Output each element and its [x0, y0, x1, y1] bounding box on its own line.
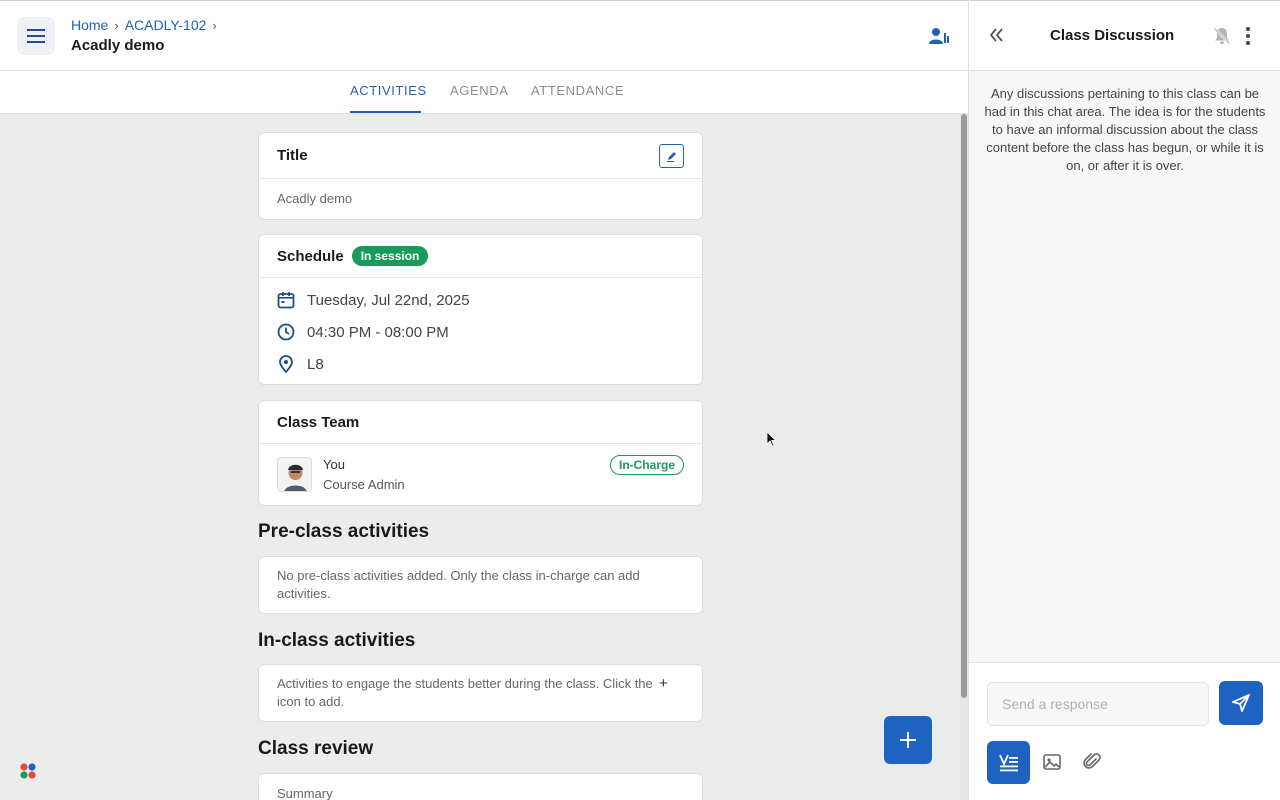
avatar [277, 457, 312, 492]
hamburger-icon [27, 29, 45, 43]
breadcrumb: Home › ACADLY-102 › [71, 17, 217, 33]
add-activity-button[interactable] [884, 716, 932, 764]
breadcrumb-course[interactable]: ACADLY-102 [125, 17, 207, 33]
schedule-heading-label: Schedule [277, 247, 344, 265]
edit-title-button[interactable] [659, 144, 684, 168]
schedule-location-row: L8 [259, 348, 702, 380]
more-vertical-icon[interactable] [1245, 26, 1251, 46]
pre-class-text: No pre-class activities added. Only the … [277, 568, 640, 601]
class-team-heading: Class Team [259, 401, 702, 444]
schedule-date-row: Tuesday, Jul 22nd, 2025 [259, 284, 702, 316]
team-member-name: You [323, 457, 345, 472]
double-chevron-left-icon[interactable] [989, 26, 1005, 44]
discussion-description: Any discussions pertaining to this class… [984, 86, 1266, 173]
class-review-heading: Class review [258, 738, 374, 759]
pre-class-card: No pre-class activities added. Only the … [258, 556, 703, 614]
pencil-icon [667, 151, 676, 162]
title-card-heading: Title [259, 133, 702, 179]
discussion-panel: Class Discussion Any discussions pertain… [968, 0, 1280, 800]
tab-bar: ACTIVITIES AGENDA ATTENDANCE [0, 71, 968, 114]
menu-button[interactable] [17, 17, 55, 55]
title-value: Acadly demo [277, 191, 353, 206]
schedule-date: Tuesday, Jul 22nd, 2025 [307, 291, 470, 309]
clock-icon [277, 323, 295, 341]
in-class-heading: In-class activities [258, 630, 416, 651]
schedule-card: Schedule In session Tuesday, Jul 22nd, 2… [258, 234, 703, 385]
page-title: Acadly demo [71, 37, 165, 54]
tab-agenda[interactable]: AGENDA [450, 83, 509, 98]
summary-label: Summary [277, 786, 333, 800]
scrollbar-thumb[interactable] [961, 114, 967, 698]
location-pin-icon [279, 355, 293, 373]
acadly-logo-icon [20, 763, 36, 779]
reply-input[interactable] [987, 682, 1209, 726]
plus-icon: + [659, 675, 668, 692]
bell-off-icon[interactable] [1212, 26, 1232, 46]
schedule-time-row: 04:30 PM - 08:00 PM [259, 316, 702, 348]
main-area: Home › ACADLY-102 › Acadly demo ACTIVITI… [0, 0, 968, 800]
active-tab-indicator [350, 111, 421, 113]
send-icon [1232, 694, 1250, 712]
breadcrumb-home[interactable]: Home [71, 17, 108, 33]
team-member-role: Course Admin [323, 477, 405, 492]
title-heading-label: Title [277, 147, 308, 164]
in-class-card: Activities to engage the students better… [258, 664, 703, 722]
calendar-icon [277, 292, 295, 309]
class-team-card: Class Team You Course Admin In-Charge [258, 400, 703, 506]
schedule-location: L8 [307, 355, 324, 373]
in-class-text-after: icon to add. [277, 694, 345, 709]
mouse-cursor-icon [767, 432, 777, 447]
discussion-header: Class Discussion [969, 0, 1280, 71]
message-composer [969, 662, 1280, 800]
class-participants-icon[interactable] [928, 25, 950, 47]
schedule-heading: Schedule In session [259, 235, 702, 278]
image-icon[interactable] [1042, 752, 1062, 772]
in-charge-badge: In-Charge [609, 455, 684, 475]
in-class-text-before: Activities to engage the students better… [277, 676, 653, 691]
class-review-card: Summary [258, 773, 703, 800]
text-format-button[interactable] [987, 741, 1030, 784]
send-button[interactable] [1219, 681, 1263, 725]
status-badge: In session [351, 246, 429, 266]
class-team-heading-label: Class Team [277, 413, 360, 431]
schedule-time: 04:30 PM - 08:00 PM [307, 323, 449, 341]
text-format-icon [998, 754, 1018, 771]
paperclip-icon[interactable] [1082, 752, 1102, 772]
chevron-right-icon: › [212, 17, 217, 33]
chevron-right-icon: › [114, 17, 119, 33]
title-card: Title Acadly demo [258, 132, 703, 220]
pre-class-heading: Pre-class activities [258, 521, 430, 542]
tab-activities[interactable]: ACTIVITIES [350, 83, 427, 98]
tab-attendance[interactable]: ATTENDANCE [531, 83, 624, 98]
plus-icon [900, 732, 916, 748]
discussion-title: Class Discussion [1050, 27, 1175, 44]
top-header: Home › ACADLY-102 › Acadly demo [0, 0, 968, 71]
